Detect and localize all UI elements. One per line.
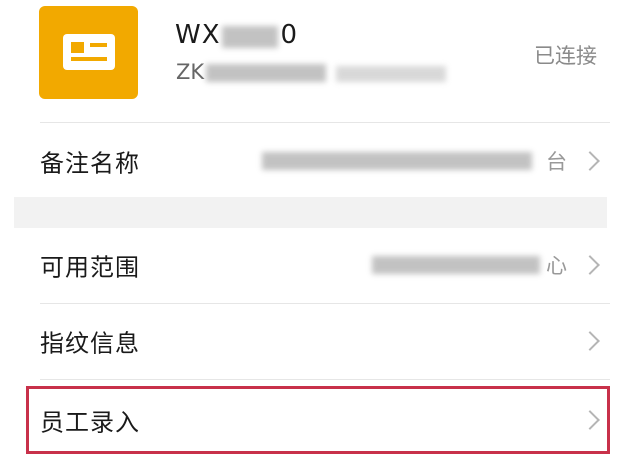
row-available-scope[interactable]: 可用范围 心 (0, 228, 621, 302)
divider (40, 122, 610, 123)
divider (40, 379, 610, 380)
device-header: WX 0 ZK 已连接 (0, 0, 621, 123)
id-card-photo (71, 42, 84, 53)
chevron-right-icon (580, 255, 600, 275)
device-name-start: WX (175, 20, 221, 50)
device-subtitle-start: ZK (176, 60, 205, 84)
row-remark-name[interactable]: 备注名称 台 (0, 124, 621, 198)
id-card-icon (39, 6, 138, 99)
id-card-line (71, 57, 107, 61)
row-value: 台 (546, 150, 567, 174)
device-subtitle: ZK (176, 60, 204, 84)
highlight-box (26, 386, 610, 454)
row-label: 指纹信息 (40, 329, 140, 358)
redacted-text (336, 66, 446, 82)
row-fingerprint-info[interactable]: 指纹信息 (0, 304, 621, 378)
chevron-right-icon (580, 151, 600, 171)
redacted-text (206, 64, 326, 82)
id-card-line (90, 43, 107, 47)
row-label: 可用范围 (40, 253, 140, 282)
connection-status: 已连接 (534, 44, 597, 68)
section-gap (14, 197, 607, 228)
redacted-text (262, 152, 532, 170)
device-detail-page: WX 0 ZK 已连接 备注名称 台 可用范围 心 指纹信息 员工录入 (0, 0, 621, 461)
row-label: 备注名称 (40, 149, 140, 178)
redacted-text (372, 256, 540, 274)
device-name-end: 0 (280, 20, 299, 50)
redacted-text (222, 26, 278, 48)
id-card-shape (63, 34, 115, 70)
row-value: 心 (546, 254, 567, 278)
chevron-right-icon (580, 331, 600, 351)
